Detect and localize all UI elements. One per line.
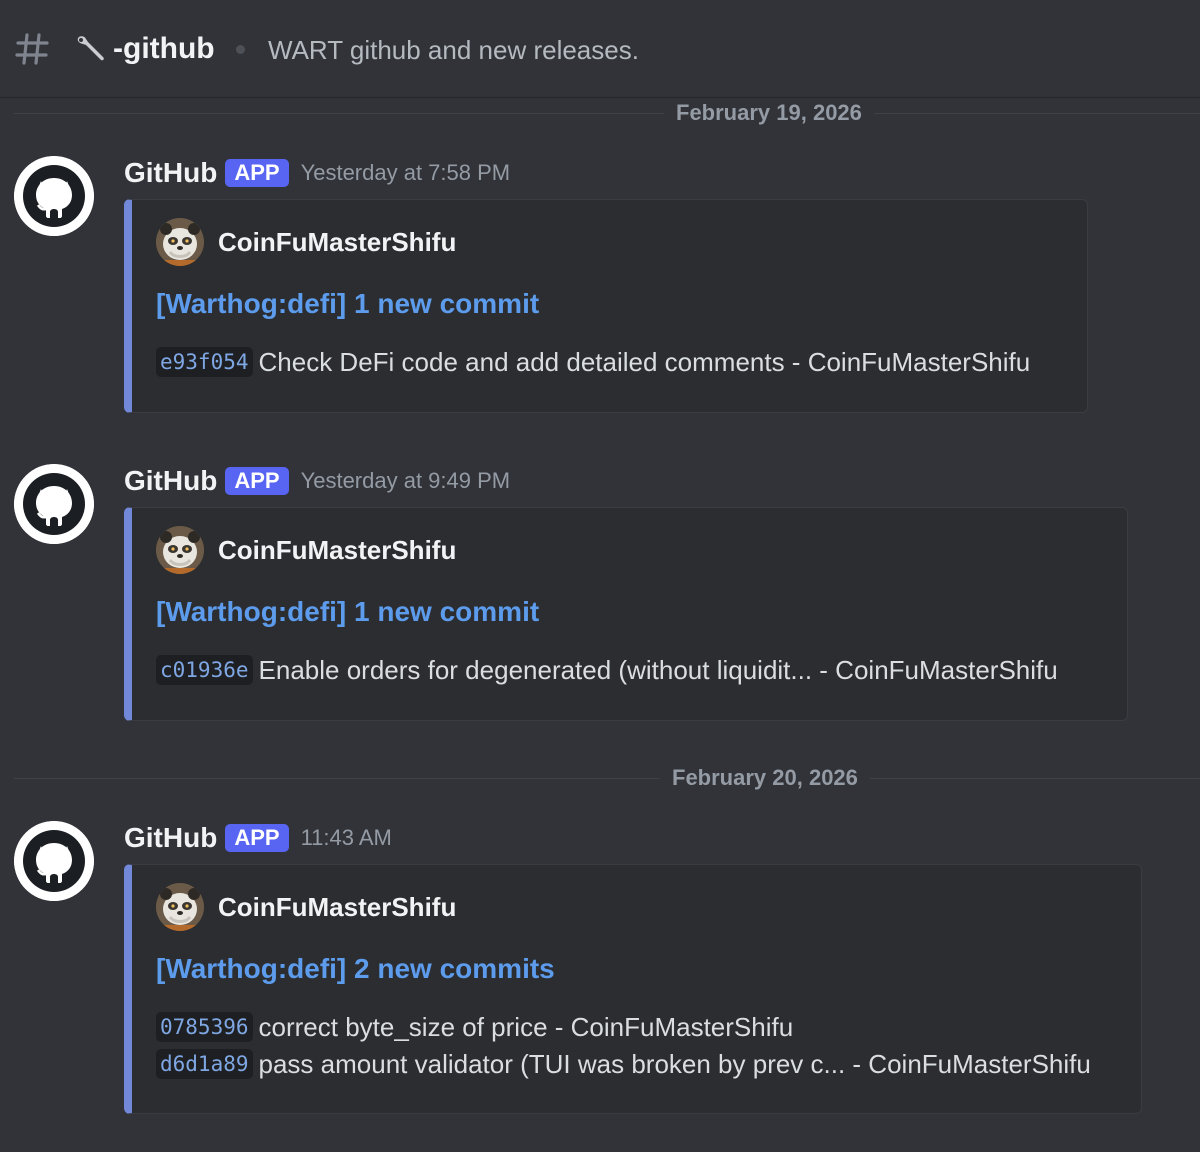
chat-view: -github WART github and new releases. Fe… [0, 0, 1200, 1152]
commit-message: correct byte_size of price - CoinFuMaste… [258, 1012, 794, 1043]
channel-name[interactable]: -github [113, 30, 215, 68]
app-badge: APP [225, 159, 289, 187]
embed-author: CoinFuMasterShifu [156, 218, 456, 270]
app-badge: APP [225, 824, 289, 852]
message: GitHub APP Yesterday at 9:49 PM CoinFuMa… [0, 462, 1200, 722]
message-timestamp[interactable]: Yesterday at 9:49 PM [301, 464, 511, 498]
commit-line: d6d1a89 pass amount validator (TUI was br… [156, 1045, 1091, 1081]
message: GitHub APP Yesterday at 7:58 PM CoinFuMa… [0, 154, 1200, 414]
commit-message: Check DeFi code and add detailed comment… [258, 347, 1031, 378]
app-badge: APP [225, 467, 289, 495]
commit-message: Enable orders for degenerated (without l… [258, 655, 1058, 686]
author-name[interactable]: GitHub [124, 156, 217, 190]
channel-header: -github WART github and new releases. [0, 0, 1200, 98]
commit-message: pass amount validator (TUI was broken by… [258, 1049, 1091, 1080]
embed-title-link[interactable]: [Warthog:defi] 2 new commits [156, 953, 555, 985]
embed-author: CoinFuMasterShifu [156, 883, 456, 935]
github-logo-icon[interactable] [14, 821, 94, 901]
embed-title-link[interactable]: [Warthog:defi] 1 new commit [156, 596, 539, 628]
commit-hash-link[interactable]: e93f054 [156, 347, 253, 378]
wrench-icon [77, 36, 104, 61]
panda-avatar-icon[interactable] [156, 218, 204, 266]
panda-avatar-icon[interactable] [156, 526, 204, 574]
embed-card: CoinFuMasterShifu [Warthog:defi] 1 new c… [124, 199, 1088, 413]
date-divider: February 20, 2026 [14, 763, 1200, 793]
embed-title-link[interactable]: [Warthog:defi] 1 new commit [156, 288, 539, 320]
date-divider: February 19, 2026 [14, 98, 1200, 128]
embed-author-name[interactable]: CoinFuMasterShifu [218, 892, 456, 923]
divider-rule [14, 778, 1200, 779]
github-logo-icon[interactable] [14, 464, 94, 544]
commit-hash-link[interactable]: d6d1a89 [156, 1049, 253, 1080]
embed-author-name[interactable]: CoinFuMasterShifu [218, 227, 456, 258]
divider-rule [14, 113, 1200, 114]
message-header: GitHub APP Yesterday at 9:49 PM [124, 464, 510, 500]
message-header: GitHub APP 11:43 AM [124, 821, 392, 857]
message-header: GitHub APP Yesterday at 7:58 PM [124, 156, 510, 192]
commit-line: e93f054 Check DeFi code and add detailed … [156, 343, 1030, 379]
commit-line: 0785396 correct byte_size of price - Coin… [156, 1008, 793, 1044]
message-timestamp[interactable]: 11:43 AM [301, 821, 392, 855]
embed-card: CoinFuMasterShifu [Warthog:defi] 1 new c… [124, 507, 1128, 721]
date-divider-label: February 19, 2026 [664, 98, 874, 128]
github-logo-icon[interactable] [14, 156, 94, 236]
header-separator-dot [236, 45, 245, 54]
commit-hash-link[interactable]: 0785396 [156, 1012, 253, 1043]
date-divider-label: February 20, 2026 [660, 763, 870, 793]
author-name[interactable]: GitHub [124, 464, 217, 498]
embed-author-name[interactable]: CoinFuMasterShifu [218, 535, 456, 566]
hash-icon [15, 33, 49, 65]
message-timestamp[interactable]: Yesterday at 7:58 PM [301, 156, 511, 190]
embed-card: CoinFuMasterShifu [Warthog:defi] 2 new c… [124, 864, 1142, 1114]
panda-avatar-icon[interactable] [156, 883, 204, 931]
commit-line: c01936e Enable orders for degenerated (wi… [156, 651, 1058, 687]
author-name[interactable]: GitHub [124, 821, 217, 855]
commit-hash-link[interactable]: c01936e [156, 655, 253, 686]
message: GitHub APP 11:43 AM CoinFuMasterShifu [W… [0, 819, 1200, 1119]
embed-author: CoinFuMasterShifu [156, 526, 456, 578]
channel-topic[interactable]: WART github and new releases. [268, 32, 639, 68]
